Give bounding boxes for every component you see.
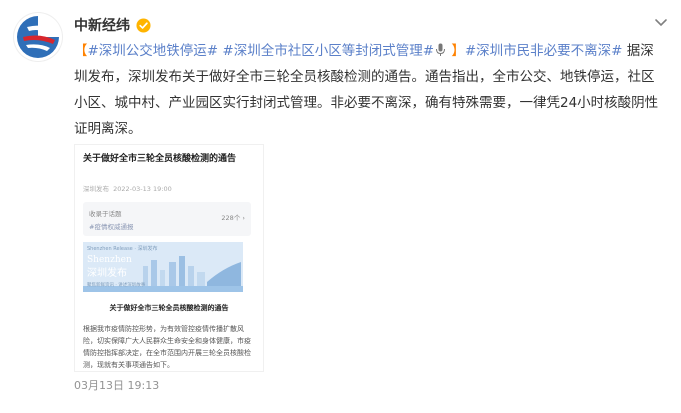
topic-count: 228个 › xyxy=(221,214,245,222)
bracket-open: 【 xyxy=(74,43,88,59)
hashtag-link[interactable]: #深圳市民非必要不离深# xyxy=(465,43,623,59)
banner-bottom-text: 聚焦新鲜资讯 · 讲述深圳故事 xyxy=(87,283,146,288)
post-timestamp[interactable]: 03月13日 19:13 xyxy=(74,377,159,393)
author-avatar[interactable] xyxy=(14,13,62,61)
author-name-row: 中新经纬 xyxy=(74,15,151,35)
zhongxin-logo-icon xyxy=(15,14,61,60)
article-title: 关于做好全市三轮全员核酸检测的通告 xyxy=(83,154,237,164)
hashtag-link[interactable]: #深圳公交地铁停运# xyxy=(88,43,219,59)
article-preview[interactable]: 关于做好全市三轮全员核酸检测的通告 深圳发布 2022-03-13 19:00 … xyxy=(74,144,264,372)
article-meta: 深圳发布 2022-03-13 19:00 xyxy=(83,183,172,193)
weibo-post-card: 中新经纬 【#深圳公交地铁停运# #深圳全市社区小区等封闭式管理# 】#深圳市民… xyxy=(0,0,681,413)
bracket-close: 】 xyxy=(451,43,465,59)
article-body: 根据我市疫情防控形势，为有效管控疫情传播扩散风险，切实保障广大人民群众生命安全和… xyxy=(83,325,251,369)
post-text: 【#深圳公交地铁停运# #深圳全市社区小区等封闭式管理# 】#深圳市民非必要不离… xyxy=(74,38,664,142)
hashtag-link[interactable]: #深圳全市社区小区等封闭式管理# xyxy=(222,43,434,59)
topic-label: 收录于话题 xyxy=(89,210,122,218)
banner-chinese: 深圳发布 xyxy=(87,268,127,279)
topic-tag: #疫情权威通报 xyxy=(89,223,134,231)
article-date: 2022-03-13 19:00 xyxy=(113,185,172,193)
banner-top-text: Shenzhen Release · 深圳发布 xyxy=(87,246,158,252)
article-heading: 关于做好全市三轮全员核酸检测的通告 xyxy=(109,304,229,312)
chevron-down-icon[interactable] xyxy=(654,18,668,28)
article-source: 深圳发布 xyxy=(83,185,109,193)
verified-badge-icon xyxy=(136,17,151,33)
author-name[interactable]: 中新经纬 xyxy=(74,15,130,35)
microphone-icon xyxy=(436,43,446,56)
topic-box[interactable]: 收录于话题 #疫情权威通报 228个 › xyxy=(83,202,251,236)
article-banner-image: Shenzhen Release · 深圳发布 Shenzhen 深圳发布 聚焦… xyxy=(83,242,243,292)
